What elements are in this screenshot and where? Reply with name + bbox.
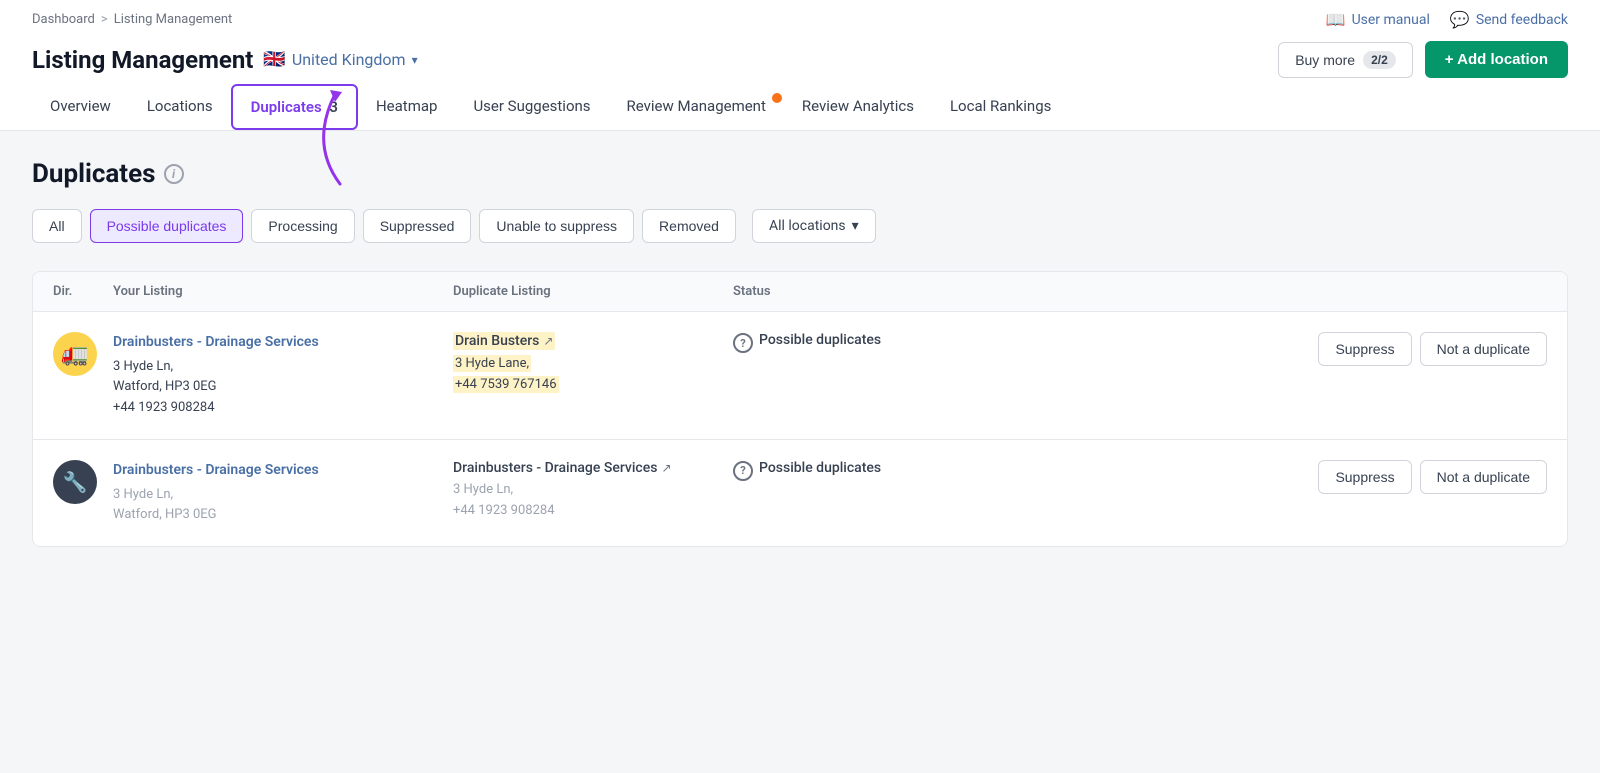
page-title-area: Listing Management 🇬🇧 United Kingdom ▾ [32,46,418,74]
row1-dir-icon: 🚛 [53,332,113,376]
user-manual-link[interactable]: 📖 User manual [1326,10,1430,29]
row2-status-text: Possible duplicates [759,460,881,476]
row2-listing-address: 3 Hyde Ln,Watford, HP3 0EG [113,485,453,527]
tab-review-management[interactable]: Review Management [609,85,784,129]
row2-external-link-icon[interactable]: ↗ [661,461,671,475]
page-title: Listing Management [32,46,253,74]
tab-overview[interactable]: Overview [32,85,129,129]
row2-your-listing: Drainbusters - Drainage Services 3 Hyde … [113,460,453,526]
row1-status-text: Possible duplicates [759,332,881,348]
tab-local-rankings[interactable]: Local Rankings [932,85,1069,129]
nav-tabs: Overview Locations Duplicates 3 Heatmap … [32,84,1568,130]
duplicates-badge: 3 [329,98,338,116]
row1-duplicate-address-line1: 3 Hyde Lane, [453,355,531,372]
buy-more-badge: 2/2 [1363,51,1396,69]
row1-listing-name-link[interactable]: Drainbusters - Drainage Services [113,334,319,350]
tab-user-suggestions[interactable]: User Suggestions [455,85,608,129]
row1-listing-icon: 🚛 [53,332,97,376]
locations-dropdown[interactable]: All locations ▾ [752,209,876,243]
breadcrumb: Dashboard > Listing Management [32,12,232,27]
feedback-icon: 💬 [1450,10,1470,29]
breadcrumb-dashboard[interactable]: Dashboard [32,12,95,27]
filter-processing-button[interactable]: Processing [251,209,354,243]
tab-duplicates[interactable]: Duplicates 3 [231,84,358,130]
nav-tabs-wrapper: Overview Locations Duplicates 3 Heatmap … [32,84,1568,130]
table-row: 🔧 Drainbusters - Drainage Services 3 Hyd… [33,440,1567,546]
external-link-icon[interactable]: ↗ [543,334,553,348]
row1-actions: Suppress Not a duplicate [993,332,1547,366]
row1-duplicate-name: Drain Busters ↗ [453,332,555,350]
breadcrumb-separator: > [101,12,108,27]
top-actions: 📖 User manual 💬 Send feedback [1326,10,1568,29]
header-your-listing: Your Listing [113,284,453,299]
uk-flag-icon: 🇬🇧 [263,49,285,70]
country-name: United Kingdom [292,50,406,69]
buy-more-button[interactable]: Buy more 2/2 [1278,42,1413,78]
review-management-notification [772,93,782,103]
row2-duplicate-address: 3 Hyde Ln,+44 1923 908284 [453,480,733,522]
row2-duplicate-listing: Drainbusters - Drainage Services ↗ 3 Hyd… [453,460,733,522]
filter-possible-duplicates-button[interactable]: Possible duplicates [90,209,244,243]
table-row: 🚛 Drainbusters - Drainage Services 3 Hyd… [33,312,1567,440]
country-selector[interactable]: 🇬🇧 United Kingdom ▾ [263,49,417,70]
header-buttons: Buy more 2/2 + Add location [1278,41,1568,78]
section-title-row: Duplicates i [32,159,1568,189]
row2-actions: Suppress Not a duplicate [993,460,1547,494]
header-actions [993,284,1547,299]
header-dir: Dir. [53,284,113,299]
row1-duplicate-phone: +44 7539 767146 [453,376,559,393]
filter-all-button[interactable]: All [32,209,82,243]
filter-suppressed-button[interactable]: Suppressed [363,209,472,243]
row2-status: ? Possible duplicates [733,460,993,481]
tab-review-analytics[interactable]: Review Analytics [784,85,932,129]
row2-duplicate-name: Drainbusters - Drainage Services [453,460,657,476]
dropdown-chevron-icon: ▾ [852,218,859,234]
send-feedback-link[interactable]: 💬 Send feedback [1450,10,1568,29]
row1-status-icon: ? [733,333,753,353]
row2-listing-icon: 🔧 [53,460,97,504]
table-header: Dir. Your Listing Duplicate Listing Stat… [33,272,1567,312]
add-location-button[interactable]: + Add location [1425,41,1568,78]
header-status: Status [733,284,993,299]
row1-status: ? Possible duplicates [733,332,993,353]
row1-suppress-button[interactable]: Suppress [1318,332,1411,366]
tab-heatmap[interactable]: Heatmap [358,85,455,129]
row2-not-duplicate-button[interactable]: Not a duplicate [1420,460,1547,494]
info-icon[interactable]: i [164,164,184,184]
row2-status-icon: ? [733,461,753,481]
row2-dir-icon: 🔧 [53,460,113,504]
breadcrumb-current: Listing Management [114,12,233,27]
filter-unable-to-suppress-button[interactable]: Unable to suppress [479,209,634,243]
tab-locations[interactable]: Locations [129,85,231,129]
filter-bar: All Possible duplicates Processing Suppr… [32,209,1568,243]
main-content: Duplicates i All Possible duplicates Pro… [0,131,1600,575]
row2-suppress-button[interactable]: Suppress [1318,460,1411,494]
row2-listing-name-link[interactable]: Drainbusters - Drainage Services [113,462,319,478]
row1-not-duplicate-button[interactable]: Not a duplicate [1420,332,1547,366]
row1-your-listing: Drainbusters - Drainage Services 3 Hyde … [113,332,453,419]
filter-removed-button[interactable]: Removed [642,209,736,243]
row1-listing-address: 3 Hyde Ln,Watford, HP3 0EG+44 1923 90828… [113,357,453,419]
section-title: Duplicates [32,159,156,189]
header-duplicate-listing: Duplicate Listing [453,284,733,299]
row1-duplicate-listing: Drain Busters ↗ 3 Hyde Lane, +44 7539 76… [453,332,733,396]
book-icon: 📖 [1326,10,1346,29]
duplicates-table: Dir. Your Listing Duplicate Listing Stat… [32,271,1568,547]
chevron-down-icon: ▾ [412,53,418,67]
